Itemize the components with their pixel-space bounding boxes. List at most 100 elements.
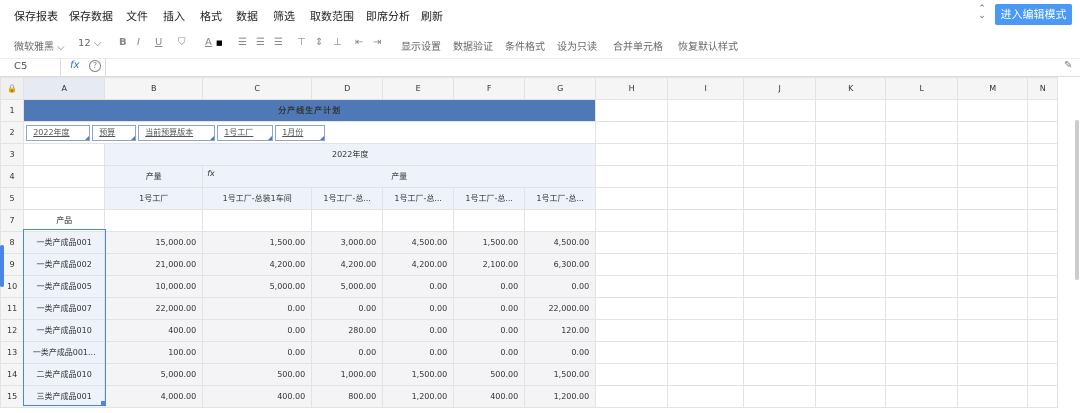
cell[interactable] (743, 341, 817, 364)
value-cell[interactable]: 4,000.00 (104, 385, 204, 408)
cell[interactable] (595, 253, 669, 276)
factory-header[interactable]: 1号工厂-总装1车间 (202, 187, 313, 210)
valign-bottom-icon[interactable]: ⊥ (333, 37, 342, 48)
row-header[interactable]: 13 (0, 341, 25, 364)
value-cell[interactable]: 1,200.00 (524, 385, 597, 408)
value-cell[interactable]: 500.00 (202, 363, 313, 386)
cell[interactable] (957, 231, 1029, 254)
cell[interactable] (885, 385, 959, 408)
cell[interactable] (743, 187, 817, 210)
value-cell[interactable]: 5,000.00 (202, 275, 313, 298)
enter-edit-mode-button[interactable]: 进入编辑模式 (995, 4, 1072, 25)
menu-file[interactable]: 文件 (126, 8, 148, 24)
cell[interactable] (743, 143, 817, 166)
value-cell[interactable]: 2,100.00 (453, 253, 526, 276)
cell[interactable] (23, 143, 106, 166)
merge-cells-button[interactable]: 合并单元格 (613, 38, 663, 53)
cell[interactable] (885, 297, 959, 320)
cell[interactable] (667, 275, 745, 298)
cell[interactable] (815, 165, 887, 188)
cell[interactable] (667, 253, 745, 276)
cell[interactable] (667, 297, 745, 320)
cell[interactable] (524, 209, 597, 232)
value-cell[interactable]: 1,200.00 (382, 385, 455, 408)
cell[interactable] (595, 231, 669, 254)
value-cell[interactable]: 21,000.00 (104, 253, 204, 276)
column-header[interactable]: E (382, 77, 455, 100)
font-size-select[interactable]: 12 ⌵ (78, 38, 102, 49)
cell[interactable] (743, 253, 817, 276)
menu-data-range[interactable]: 取数范围 (310, 8, 354, 24)
column-header[interactable]: A (23, 77, 106, 100)
menu-refresh[interactable]: 刷新 (421, 8, 443, 24)
cell[interactable] (815, 121, 887, 144)
bold-icon[interactable]: B (119, 37, 127, 48)
row-header[interactable]: 1 (0, 99, 25, 122)
select-all-corner[interactable]: 🔒 (0, 77, 25, 100)
value-cell[interactable]: 0.00 (202, 297, 313, 320)
column-header[interactable]: B (104, 77, 204, 100)
cell[interactable] (743, 275, 817, 298)
cell[interactable] (667, 143, 745, 166)
row-header[interactable]: 12 (0, 319, 25, 342)
cell[interactable] (382, 209, 455, 232)
filter-factory[interactable]: 1号工厂 (217, 124, 274, 141)
value-cell[interactable]: 0.00 (524, 275, 597, 298)
product-cell[interactable]: 二类产成品010 (23, 363, 106, 386)
column-header[interactable]: L (885, 77, 959, 100)
color-swatch-icon[interactable]: ■ (216, 39, 223, 47)
font-family-select[interactable]: 微软雅黑 ⌵ (14, 38, 65, 53)
value-cell[interactable]: 4,500.00 (382, 231, 455, 254)
year-header[interactable]: 2022年度 (104, 143, 597, 166)
value-cell[interactable]: 6,300.00 (524, 253, 597, 276)
help-icon[interactable]: ? (89, 60, 101, 72)
cell[interactable] (957, 143, 1029, 166)
cell[interactable] (815, 209, 887, 232)
value-cell[interactable]: 800.00 (311, 385, 384, 408)
column-header[interactable]: C (202, 77, 313, 100)
value-cell[interactable]: 400.00 (104, 319, 204, 342)
value-cell[interactable]: 0.00 (202, 319, 313, 342)
value-cell[interactable]: 1,500.00 (524, 363, 597, 386)
cell[interactable] (453, 209, 526, 232)
cell[interactable] (23, 165, 106, 188)
data-validation-button[interactable]: 数据验证 (453, 38, 493, 53)
cell[interactable] (957, 253, 1029, 276)
value-cell[interactable]: 120.00 (524, 319, 597, 342)
cell[interactable] (743, 165, 817, 188)
cell[interactable] (1027, 319, 1059, 342)
cell[interactable] (595, 187, 669, 210)
cell[interactable] (885, 187, 959, 210)
value-cell[interactable]: 15,000.00 (104, 231, 204, 254)
cell[interactable] (815, 253, 887, 276)
font-color-icon[interactable]: A (205, 37, 212, 48)
column-header[interactable]: F (453, 77, 526, 100)
value-cell[interactable]: 5,000.00 (311, 275, 384, 298)
product-cell[interactable]: 一类产成品002 (23, 253, 106, 276)
cell[interactable] (1027, 275, 1059, 298)
product-cell[interactable]: 一类产成品007 (23, 297, 106, 320)
cell[interactable] (885, 209, 959, 232)
filter-month[interactable]: 1月份 (275, 124, 326, 141)
cell[interactable] (957, 363, 1029, 386)
value-cell[interactable]: 1,500.00 (453, 231, 526, 254)
row-header[interactable]: 3 (0, 143, 25, 166)
value-cell[interactable]: 0.00 (311, 297, 384, 320)
valign-middle-icon[interactable]: ⇕ (315, 37, 323, 48)
menu-adhoc-analysis[interactable]: 即席分析 (366, 8, 410, 24)
fill-handle[interactable] (101, 401, 106, 406)
cell[interactable] (743, 99, 817, 122)
output-group-header[interactable]: fx 产量 (202, 165, 597, 188)
menu-format[interactable]: 格式 (200, 8, 222, 24)
cell[interactable] (815, 297, 887, 320)
cell[interactable] (1027, 99, 1059, 122)
cell[interactable] (595, 121, 669, 144)
cell[interactable] (1027, 363, 1059, 386)
product-cell[interactable]: 一类产成品005 (23, 275, 106, 298)
row-header[interactable]: 5 (0, 187, 25, 210)
cell[interactable] (957, 297, 1029, 320)
cell[interactable] (957, 385, 1029, 408)
value-cell[interactable]: 4,500.00 (524, 231, 597, 254)
cell[interactable] (23, 187, 106, 210)
cell[interactable] (885, 341, 959, 364)
